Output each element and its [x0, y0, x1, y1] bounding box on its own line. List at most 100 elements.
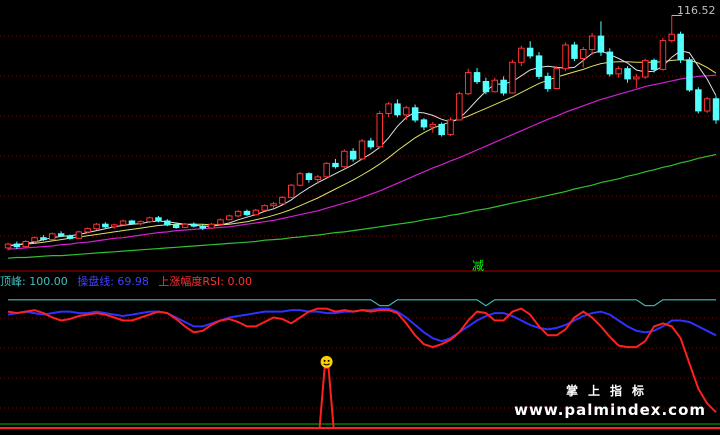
legend-operate: 操盘线: 69.98	[77, 275, 149, 288]
candle-body	[102, 223, 109, 228]
candle-body	[535, 55, 543, 77]
signal-label: 减	[472, 259, 485, 273]
candle-body	[155, 217, 162, 222]
candle-body	[580, 49, 587, 59]
candle-body	[358, 140, 366, 160]
candle-body	[588, 35, 596, 50]
candle-body	[296, 173, 304, 186]
candle-body	[686, 59, 693, 91]
candle-body	[84, 228, 91, 233]
candle-body	[323, 162, 330, 178]
candle-body	[128, 220, 136, 225]
price-label: 116.52	[677, 4, 716, 17]
grid-lines	[0, 35, 720, 409]
candle-body	[181, 223, 189, 228]
candle-body	[633, 76, 640, 80]
candle-body	[22, 241, 29, 248]
candle-body	[394, 103, 401, 116]
smiley-eye	[327, 359, 330, 362]
indicator-legend: 顶峰: 100.00 操盘线: 69.98 上涨幅度RSI: 0.00	[0, 273, 258, 289]
candle-body	[526, 47, 534, 57]
candle-body	[456, 93, 463, 121]
candle-body	[57, 233, 65, 237]
candle-body	[562, 44, 569, 70]
candle-body	[429, 123, 437, 128]
candle-body	[164, 220, 171, 226]
watermark-cn: 掌上指标	[566, 384, 655, 398]
candle-body	[146, 217, 153, 223]
candle-body	[40, 237, 47, 241]
smiley-eye	[323, 359, 326, 362]
candle-body	[13, 243, 21, 248]
candle-body	[332, 162, 339, 168]
ma20-line	[7, 74, 717, 250]
candle-body	[279, 196, 286, 205]
candle-body	[75, 231, 83, 239]
candle-body	[571, 44, 578, 59]
legend-peak: 顶峰: 100.00	[0, 275, 68, 288]
candle-body	[190, 223, 198, 227]
candle-body	[668, 33, 675, 42]
candle-body	[208, 223, 215, 229]
candle-body	[491, 79, 498, 93]
candle-body	[615, 68, 622, 75]
candle-body	[119, 220, 127, 226]
candle-body	[518, 47, 525, 63]
ma60-line	[7, 153, 717, 259]
candle-body	[349, 150, 357, 160]
candle-body	[650, 59, 658, 70]
candle-body	[341, 150, 348, 168]
candle-body	[447, 119, 454, 136]
candle-body	[31, 237, 38, 242]
candle-body	[217, 219, 224, 225]
candle-body	[367, 140, 375, 148]
candle-body	[252, 209, 260, 216]
signal-spike	[318, 366, 335, 429]
stock-chart	[0, 14, 720, 429]
candle-body	[403, 107, 410, 116]
candle-body	[270, 203, 277, 207]
candle-body	[712, 98, 720, 121]
candle-body	[411, 107, 419, 121]
candle-body	[597, 35, 605, 53]
candle-body	[624, 68, 631, 80]
candle-body	[172, 224, 180, 228]
candle-body	[137, 221, 144, 225]
candle-body	[314, 176, 321, 180]
legend-rsi: 上涨幅度RSI: 0.00	[158, 275, 252, 288]
candle-body	[49, 233, 56, 241]
candle-body	[509, 61, 516, 94]
watermark-url: www.palmindex.com	[514, 401, 706, 419]
candle-body	[234, 210, 242, 217]
candle-body	[642, 59, 649, 78]
candle-body	[695, 89, 702, 112]
peak-line	[8, 299, 716, 307]
candle-body	[465, 72, 472, 95]
candle-body	[66, 235, 74, 239]
candle-body	[659, 40, 667, 70]
candle-body	[243, 210, 251, 216]
candle-body	[677, 33, 684, 61]
candle-body	[438, 123, 445, 136]
candle-body	[606, 51, 614, 75]
watermark: 掌上指标 www.palmindex.com	[514, 382, 706, 419]
candle-body	[305, 173, 313, 180]
candle-body	[703, 98, 711, 112]
candle-body	[500, 79, 507, 94]
candle-body	[385, 103, 392, 115]
signal-smiley-icon	[320, 355, 333, 368]
price-panel	[4, 14, 720, 259]
candle-body	[226, 215, 233, 221]
candle-body	[199, 225, 206, 229]
candle-body	[473, 72, 481, 83]
candle-body	[376, 113, 383, 148]
candle-body	[544, 75, 552, 90]
candle-body	[4, 243, 12, 249]
candle-body	[482, 81, 490, 93]
candle-body	[288, 184, 295, 198]
candle-body	[261, 205, 268, 211]
candle-body	[111, 224, 118, 228]
candle-body	[420, 119, 428, 128]
candle-body	[553, 68, 560, 89]
candle-body	[93, 223, 100, 230]
